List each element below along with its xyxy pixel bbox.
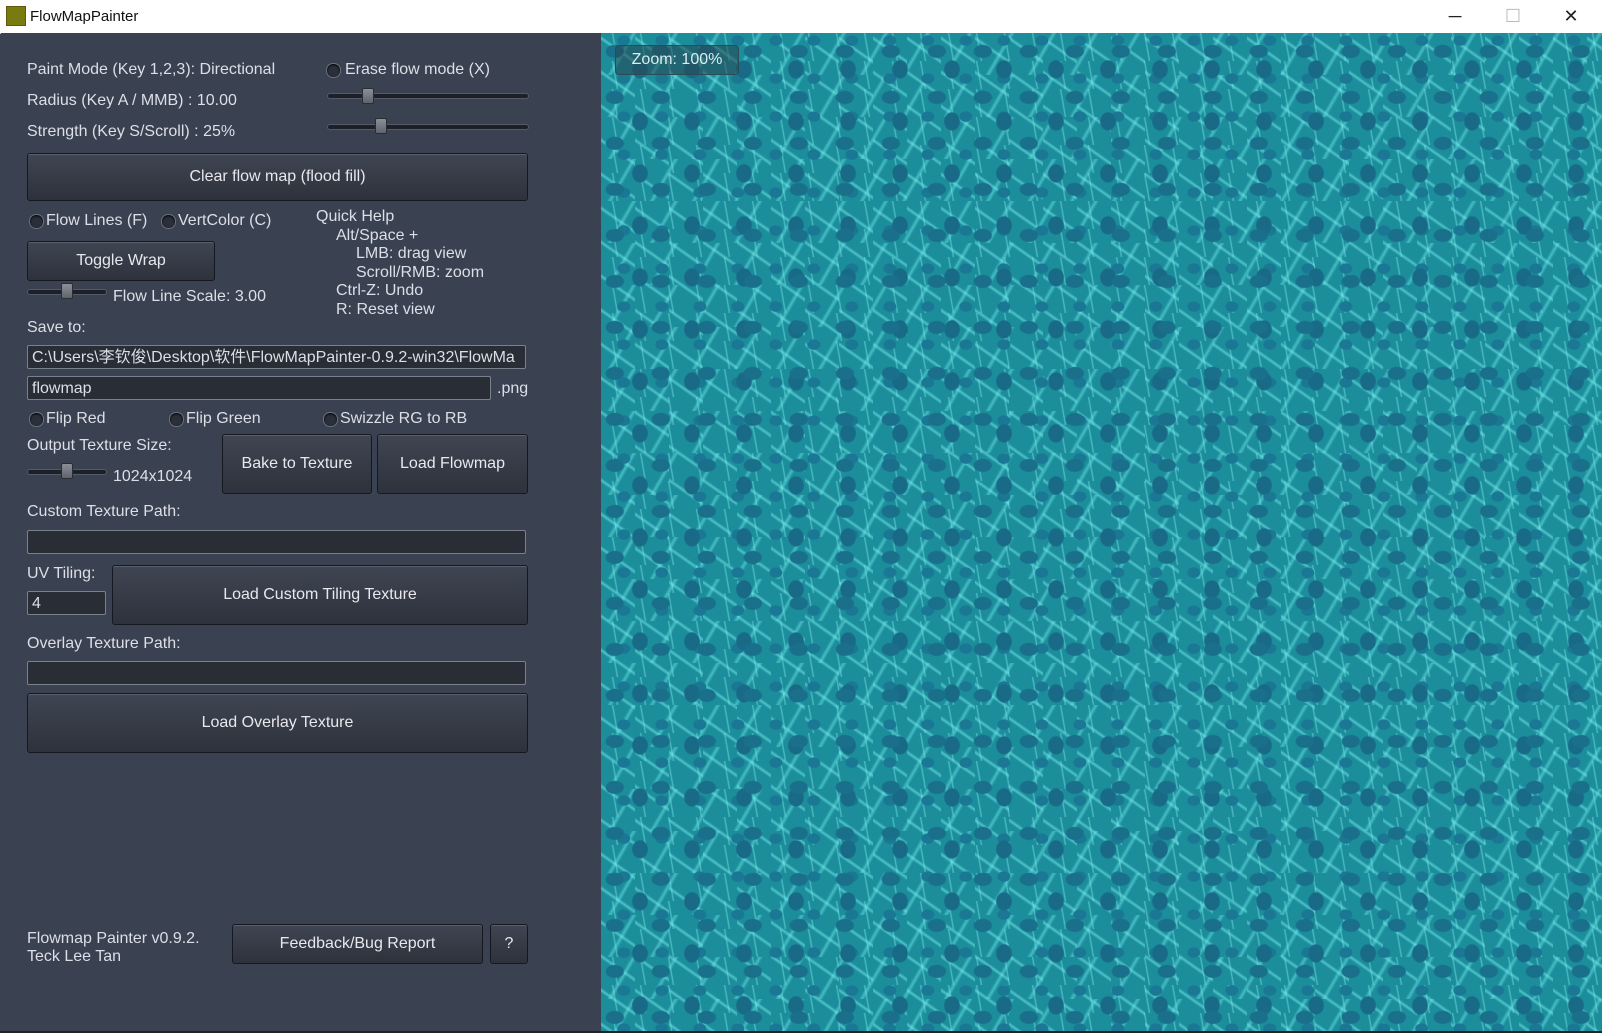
author-label: Teck Lee Tan xyxy=(27,948,121,965)
swizzle-label: Swizzle RG to RB xyxy=(340,410,468,427)
flow-line-scale-handle[interactable] xyxy=(61,283,73,299)
version-label: Flowmap Painter v0.9.2. xyxy=(27,930,200,947)
load-flowmap-button[interactable]: Load Flowmap xyxy=(377,434,528,494)
toggle-wrap-label: Toggle Wrap xyxy=(76,252,166,269)
flip-red-label: Flip Red xyxy=(46,410,106,427)
feedback-button[interactable]: Feedback/Bug Report xyxy=(232,924,483,964)
output-size-handle[interactable] xyxy=(61,463,73,479)
help-button[interactable]: ? xyxy=(490,924,528,964)
toggle-wrap-button[interactable]: Toggle Wrap xyxy=(27,241,215,281)
overlay-texture-label: Overlay Texture Path: xyxy=(27,635,181,652)
load-custom-tiling-texture-button[interactable]: Load Custom Tiling Texture xyxy=(112,565,528,625)
load-flowmap-label: Load Flowmap xyxy=(400,455,505,472)
flip-red-checkbox[interactable] xyxy=(29,412,44,427)
clear-flow-map-button[interactable]: Clear flow map (flood fill) xyxy=(27,153,528,201)
swizzle-checkbox[interactable] xyxy=(323,412,338,427)
quick-help-line: Ctrl-Z: Undo xyxy=(336,282,424,299)
texture-viewport[interactable] xyxy=(601,33,1602,1031)
radius-slider[interactable] xyxy=(327,93,529,99)
clear-flow-map-label: Clear flow map (flood fill) xyxy=(189,168,366,185)
output-size-value: 1024x1024 xyxy=(113,468,193,485)
quick-help-title: Quick Help xyxy=(316,208,395,225)
strength-slider-handle[interactable] xyxy=(375,118,387,134)
paint-mode-label: Paint Mode (Key 1,2,3): Directional xyxy=(27,61,276,78)
app-icon xyxy=(6,6,26,26)
radius-slider-handle[interactable] xyxy=(362,88,374,104)
uv-tiling-input[interactable]: 4 xyxy=(27,591,106,615)
save-path-input[interactable]: C:\Users\李钦俊\Desktop\软件\FlowMapPainter-0… xyxy=(27,345,526,369)
feedback-label: Feedback/Bug Report xyxy=(279,935,436,952)
flip-green-checkbox[interactable] xyxy=(169,412,184,427)
radius-label: Radius (Key A / MMB) : 10.00 xyxy=(27,92,237,109)
vertcolor-label: VertColor (C) xyxy=(178,212,272,229)
quick-help-line: LMB: drag view xyxy=(356,245,467,262)
zoom-indicator: Zoom: 100% xyxy=(615,45,739,75)
bake-to-texture-label: Bake to Texture xyxy=(241,455,353,472)
bake-to-texture-button[interactable]: Bake to Texture xyxy=(222,434,372,494)
flow-line-scale-label: Flow Line Scale: 3.00 xyxy=(113,288,266,305)
load-overlay-texture-button[interactable]: Load Overlay Texture xyxy=(27,693,528,753)
maximize-button[interactable]: ☐ xyxy=(1484,0,1542,33)
overlay-texture-input[interactable] xyxy=(27,661,526,685)
custom-texture-label: Custom Texture Path: xyxy=(27,503,181,520)
control-panel: Paint Mode (Key 1,2,3): Directional Eras… xyxy=(1,33,601,1031)
save-to-label: Save to: xyxy=(27,319,86,336)
erase-flow-label: Erase flow mode (X) xyxy=(345,61,490,78)
window-title: FlowMapPainter xyxy=(30,8,139,25)
title-bar: FlowMapPainter ─ ☐ ✕ xyxy=(0,0,1602,34)
flow-lines-checkbox[interactable] xyxy=(29,214,44,229)
help-label: ? xyxy=(504,935,514,952)
load-overlay-texture-label: Load Overlay Texture xyxy=(201,714,354,731)
output-size-label: Output Texture Size: xyxy=(27,437,172,454)
file-name-input[interactable]: flowmap xyxy=(27,376,491,400)
flow-lines-label: Flow Lines (F) xyxy=(46,212,148,229)
vertcolor-checkbox[interactable] xyxy=(161,214,176,229)
uv-tiling-label: UV Tiling: xyxy=(27,565,96,582)
flip-green-label: Flip Green xyxy=(186,410,261,427)
strength-label: Strength (Key S/Scroll) : 25% xyxy=(27,123,236,140)
load-custom-tiling-texture-label: Load Custom Tiling Texture xyxy=(223,586,417,603)
erase-flow-checkbox[interactable] xyxy=(326,63,341,78)
quick-help-line: Scroll/RMB: zoom xyxy=(356,264,485,281)
close-button[interactable]: ✕ xyxy=(1542,0,1600,33)
quick-help-line: R: Reset view xyxy=(336,301,435,318)
minimize-button[interactable]: ─ xyxy=(1426,0,1484,33)
file-extension-label: .png xyxy=(497,380,529,397)
quick-help-line: Alt/Space + xyxy=(336,227,419,244)
strength-slider[interactable] xyxy=(327,124,529,130)
custom-texture-input[interactable] xyxy=(27,530,526,554)
